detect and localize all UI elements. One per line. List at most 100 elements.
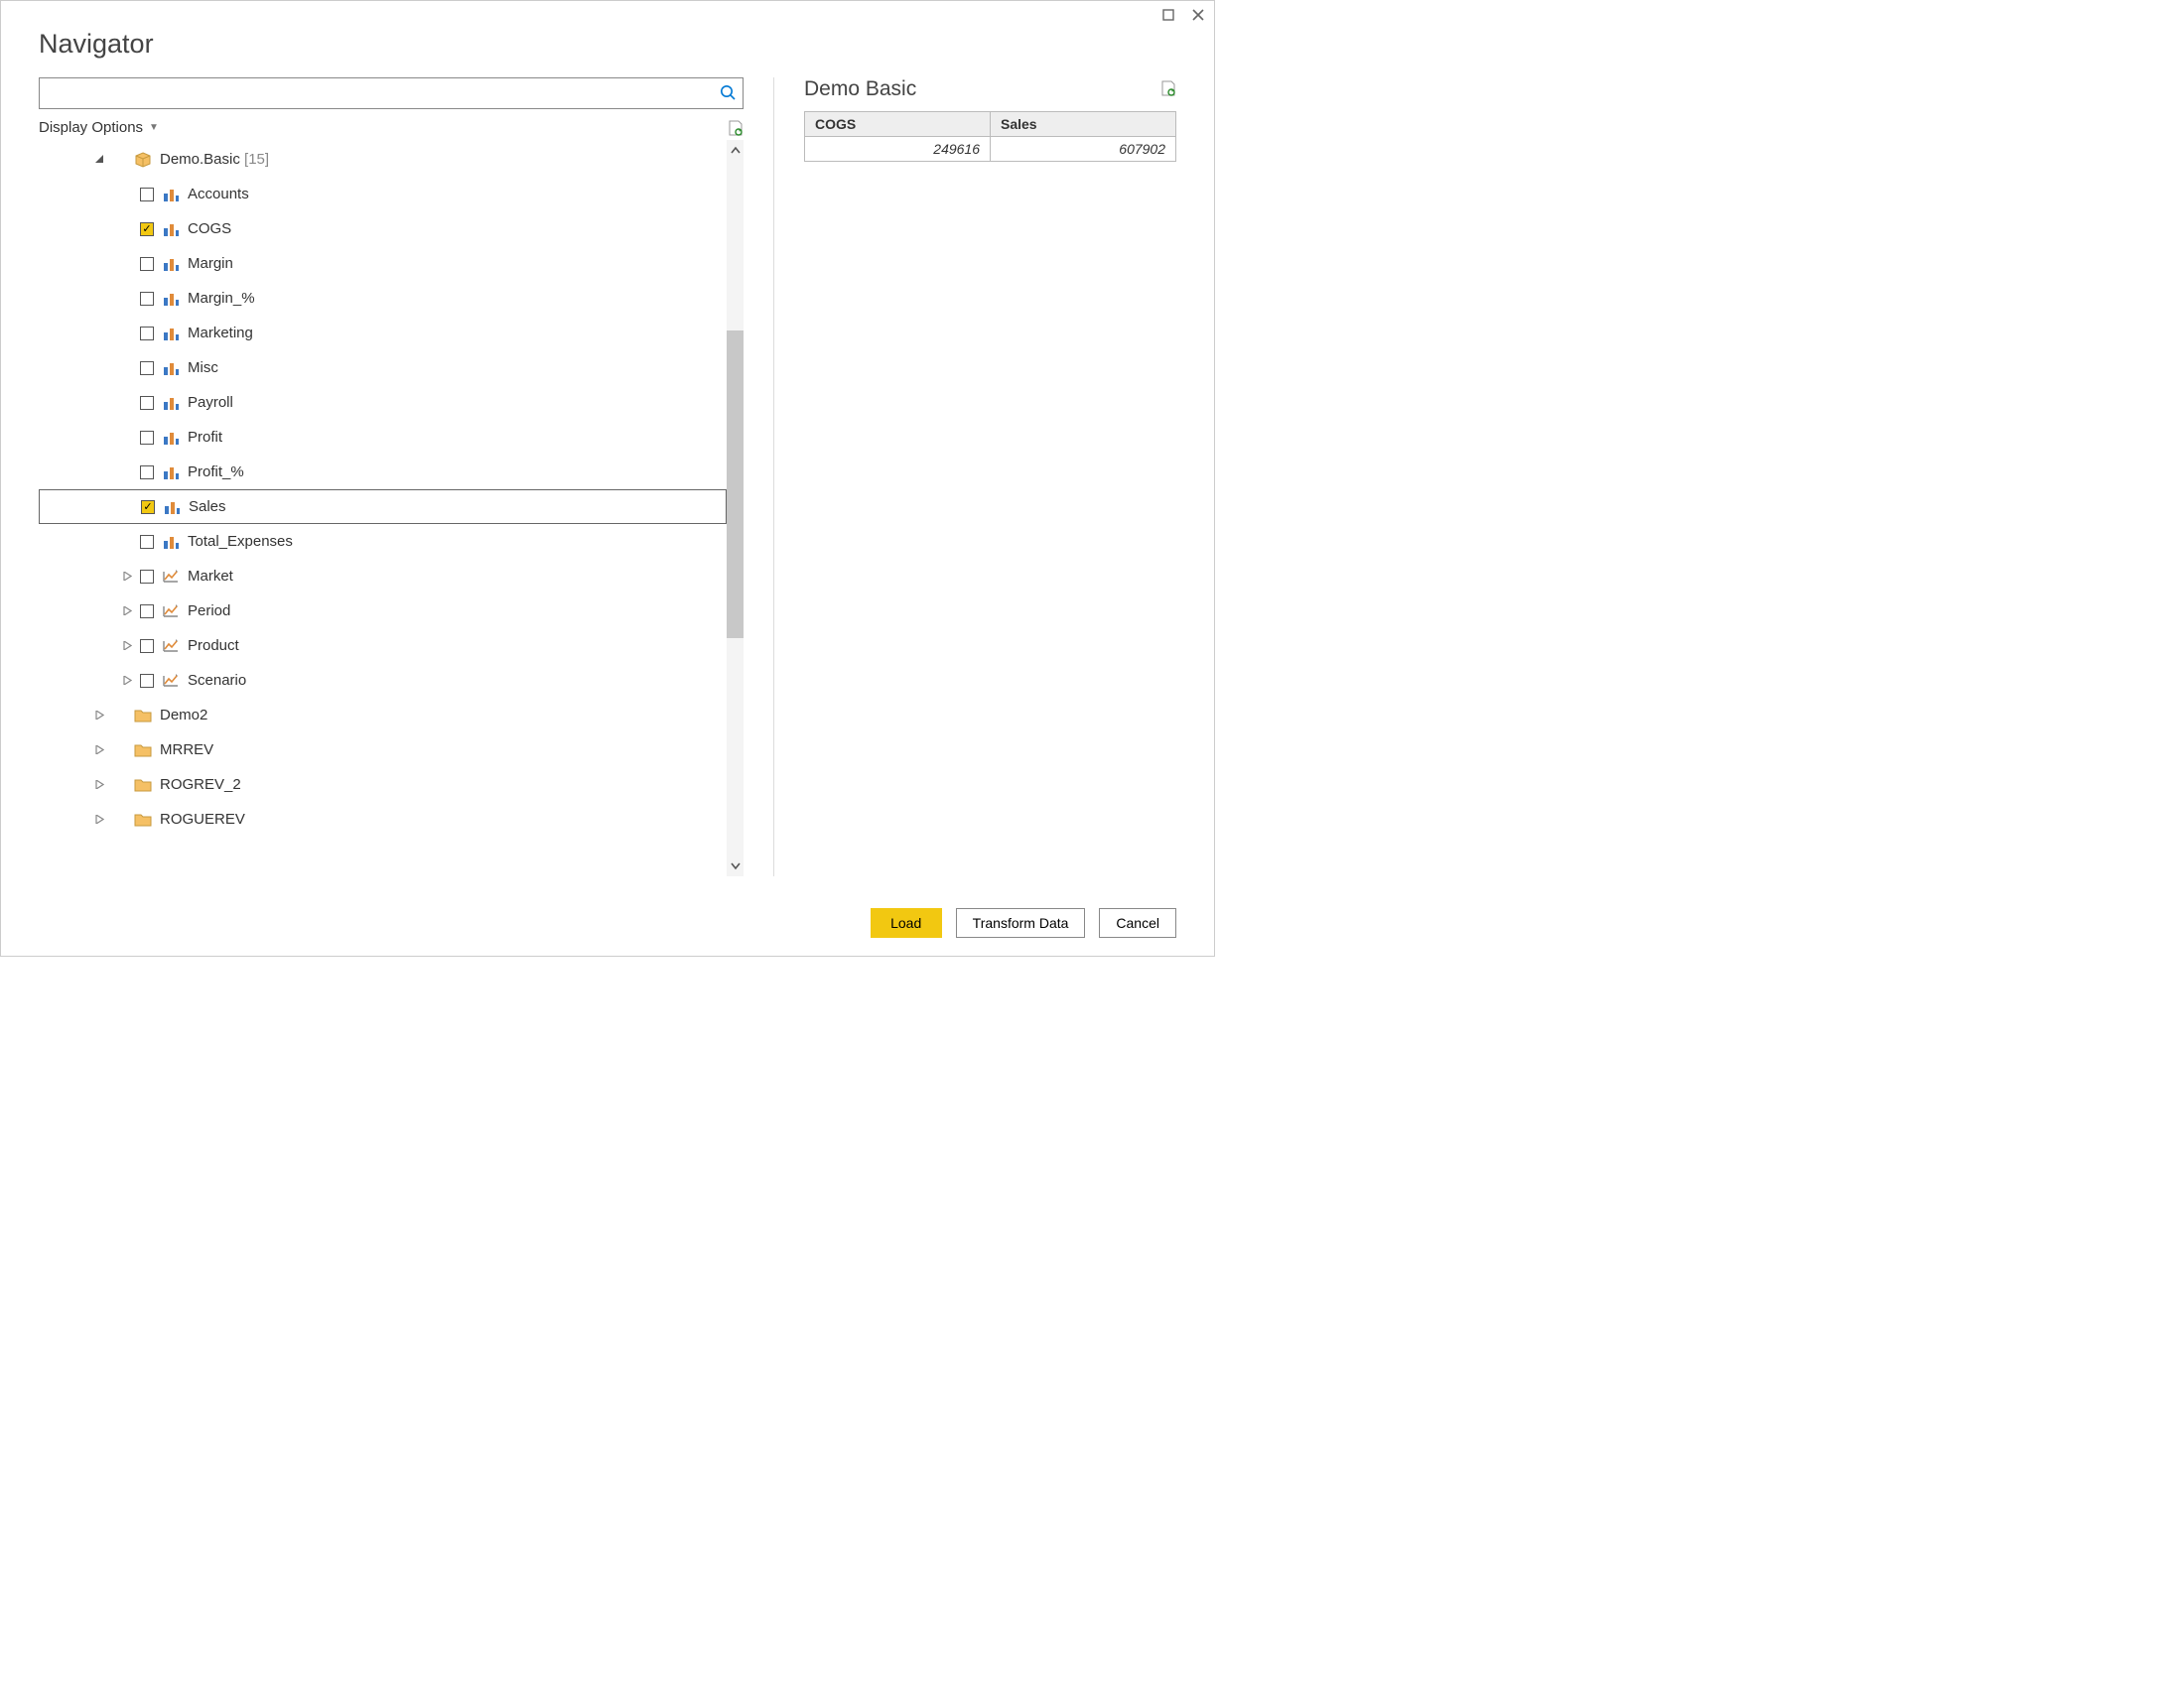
dim-icon: [162, 602, 180, 620]
table-cell: 249616: [805, 137, 991, 162]
close-button[interactable]: [1188, 5, 1208, 25]
tree-node-label: Demo2: [160, 707, 723, 723]
checkbox[interactable]: [140, 570, 154, 584]
checkbox[interactable]: [140, 674, 154, 688]
checkbox[interactable]: [140, 535, 154, 549]
tree-node-mrrev[interactable]: MRREV: [39, 732, 727, 767]
tree-node-label: Margin: [188, 255, 723, 272]
caret-down-icon[interactable]: [94, 155, 104, 164]
tree-node-label: Profit_%: [188, 463, 723, 480]
tree-node-scenario[interactable]: Scenario: [39, 663, 727, 698]
display-options-dropdown[interactable]: Display Options ▼: [39, 119, 159, 136]
checkbox[interactable]: [140, 396, 154, 410]
dim-icon: [162, 637, 180, 655]
tree-node-profit-[interactable]: Profit_%: [39, 455, 727, 489]
caret-right-icon[interactable]: [94, 711, 104, 720]
maximize-button[interactable]: [1158, 5, 1178, 25]
cancel-button[interactable]: Cancel: [1099, 908, 1176, 938]
scroll-down-button[interactable]: [727, 854, 744, 876]
tree-node-label: Market: [188, 568, 723, 585]
checkbox[interactable]: ✓: [141, 500, 155, 514]
checkbox[interactable]: [140, 431, 154, 445]
tree-node-margin-[interactable]: Margin_%: [39, 281, 727, 316]
tree-node-label: Sales: [189, 498, 722, 515]
load-button[interactable]: Load: [871, 908, 942, 938]
measure-icon: [162, 533, 180, 551]
tree-node-total-expenses[interactable]: Total_Expenses: [39, 524, 727, 559]
dim-icon: [162, 672, 180, 690]
tree-node-cogs[interactable]: ✓ COGS: [39, 211, 727, 246]
checkbox[interactable]: [140, 361, 154, 375]
checkbox[interactable]: [140, 188, 154, 201]
search-icon[interactable]: [719, 83, 737, 104]
table-row: 249616607902: [805, 137, 1176, 162]
tree-node-profit[interactable]: Profit: [39, 420, 727, 455]
tree-node-roguerev[interactable]: ROGUEREV: [39, 802, 727, 837]
tree-node-label: COGS: [188, 220, 723, 237]
caret-right-icon[interactable]: [94, 745, 104, 754]
dim-icon: [162, 568, 180, 586]
caret-right-icon[interactable]: [122, 606, 132, 615]
preview-title: Demo Basic: [804, 77, 916, 101]
preview-refresh-icon[interactable]: [1160, 80, 1176, 99]
scroll-track[interactable]: [727, 162, 744, 854]
checkbox[interactable]: [140, 465, 154, 479]
caret-right-icon[interactable]: [122, 676, 132, 685]
caret-right-icon[interactable]: [94, 780, 104, 789]
tree-view[interactable]: Demo.Basic [15]Accounts ✓ COGS Margin Margin…: [39, 140, 727, 876]
tree-node-product[interactable]: Product: [39, 628, 727, 663]
checkbox[interactable]: [140, 639, 154, 653]
tree-node-demo2[interactable]: Demo2: [39, 698, 727, 732]
tree-node-period[interactable]: Period: [39, 593, 727, 628]
caret-right-icon[interactable]: [122, 641, 132, 650]
tree-node-accounts[interactable]: Accounts: [39, 177, 727, 211]
tree-node-sales[interactable]: ✓ Sales: [39, 489, 727, 524]
caret-right-icon[interactable]: [122, 572, 132, 581]
checkbox[interactable]: [140, 257, 154, 271]
checkbox[interactable]: ✓: [140, 222, 154, 236]
folder-icon: [134, 811, 152, 829]
tree-node-label: Payroll: [188, 394, 723, 411]
checkbox[interactable]: [140, 292, 154, 306]
search-box[interactable]: [39, 77, 744, 109]
tree-node-demo-basic[interactable]: Demo.Basic [15]: [39, 142, 727, 177]
dialog-footer: Load Transform Data Cancel: [39, 876, 1176, 938]
tree-node-misc[interactable]: Misc: [39, 350, 727, 385]
refresh-icon[interactable]: [728, 120, 744, 136]
column-header[interactable]: COGS: [805, 112, 991, 137]
tree-node-label: Period: [188, 602, 723, 619]
checkbox[interactable]: [140, 327, 154, 340]
folder-icon: [134, 707, 152, 724]
checkbox[interactable]: [140, 604, 154, 618]
cube-icon: [134, 151, 152, 169]
measure-icon: [162, 394, 180, 412]
caret-right-icon[interactable]: [94, 815, 104, 824]
right-pane: Demo Basic COGSSales249616607902: [804, 77, 1176, 876]
tree-node-label: Margin_%: [188, 290, 723, 307]
column-header[interactable]: Sales: [991, 112, 1176, 137]
search-input[interactable]: [48, 84, 719, 102]
navigator-dialog: Navigator Display Options ▼: [0, 0, 1215, 957]
transform-data-button[interactable]: Transform Data: [956, 908, 1086, 938]
folder-icon: [134, 741, 152, 759]
tree-node-marketing[interactable]: Marketing: [39, 316, 727, 350]
tree-node-market[interactable]: Market: [39, 559, 727, 593]
scrollbar[interactable]: [727, 140, 744, 876]
measure-icon: [162, 325, 180, 342]
tree-node-label: Marketing: [188, 325, 723, 341]
tree-node-label: ROGUEREV: [160, 811, 723, 828]
left-pane: Display Options ▼ Demo.Basic [15]Account…: [39, 77, 744, 876]
preview-table: COGSSales249616607902: [804, 111, 1176, 162]
measure-icon: [162, 186, 180, 203]
tree-node-label: ROGREV_2: [160, 776, 723, 793]
chevron-down-icon: ▼: [149, 122, 159, 133]
tree-node-label: Scenario: [188, 672, 723, 689]
tree-node-rogrev-2[interactable]: ROGREV_2: [39, 767, 727, 802]
scroll-up-button[interactable]: [727, 140, 744, 162]
display-options-label: Display Options: [39, 119, 143, 136]
tree-node-margin[interactable]: Margin: [39, 246, 727, 281]
scroll-thumb[interactable]: [727, 330, 744, 638]
tree-node-payroll[interactable]: Payroll: [39, 385, 727, 420]
measure-icon: [162, 359, 180, 377]
tree-node-label: Product: [188, 637, 723, 654]
